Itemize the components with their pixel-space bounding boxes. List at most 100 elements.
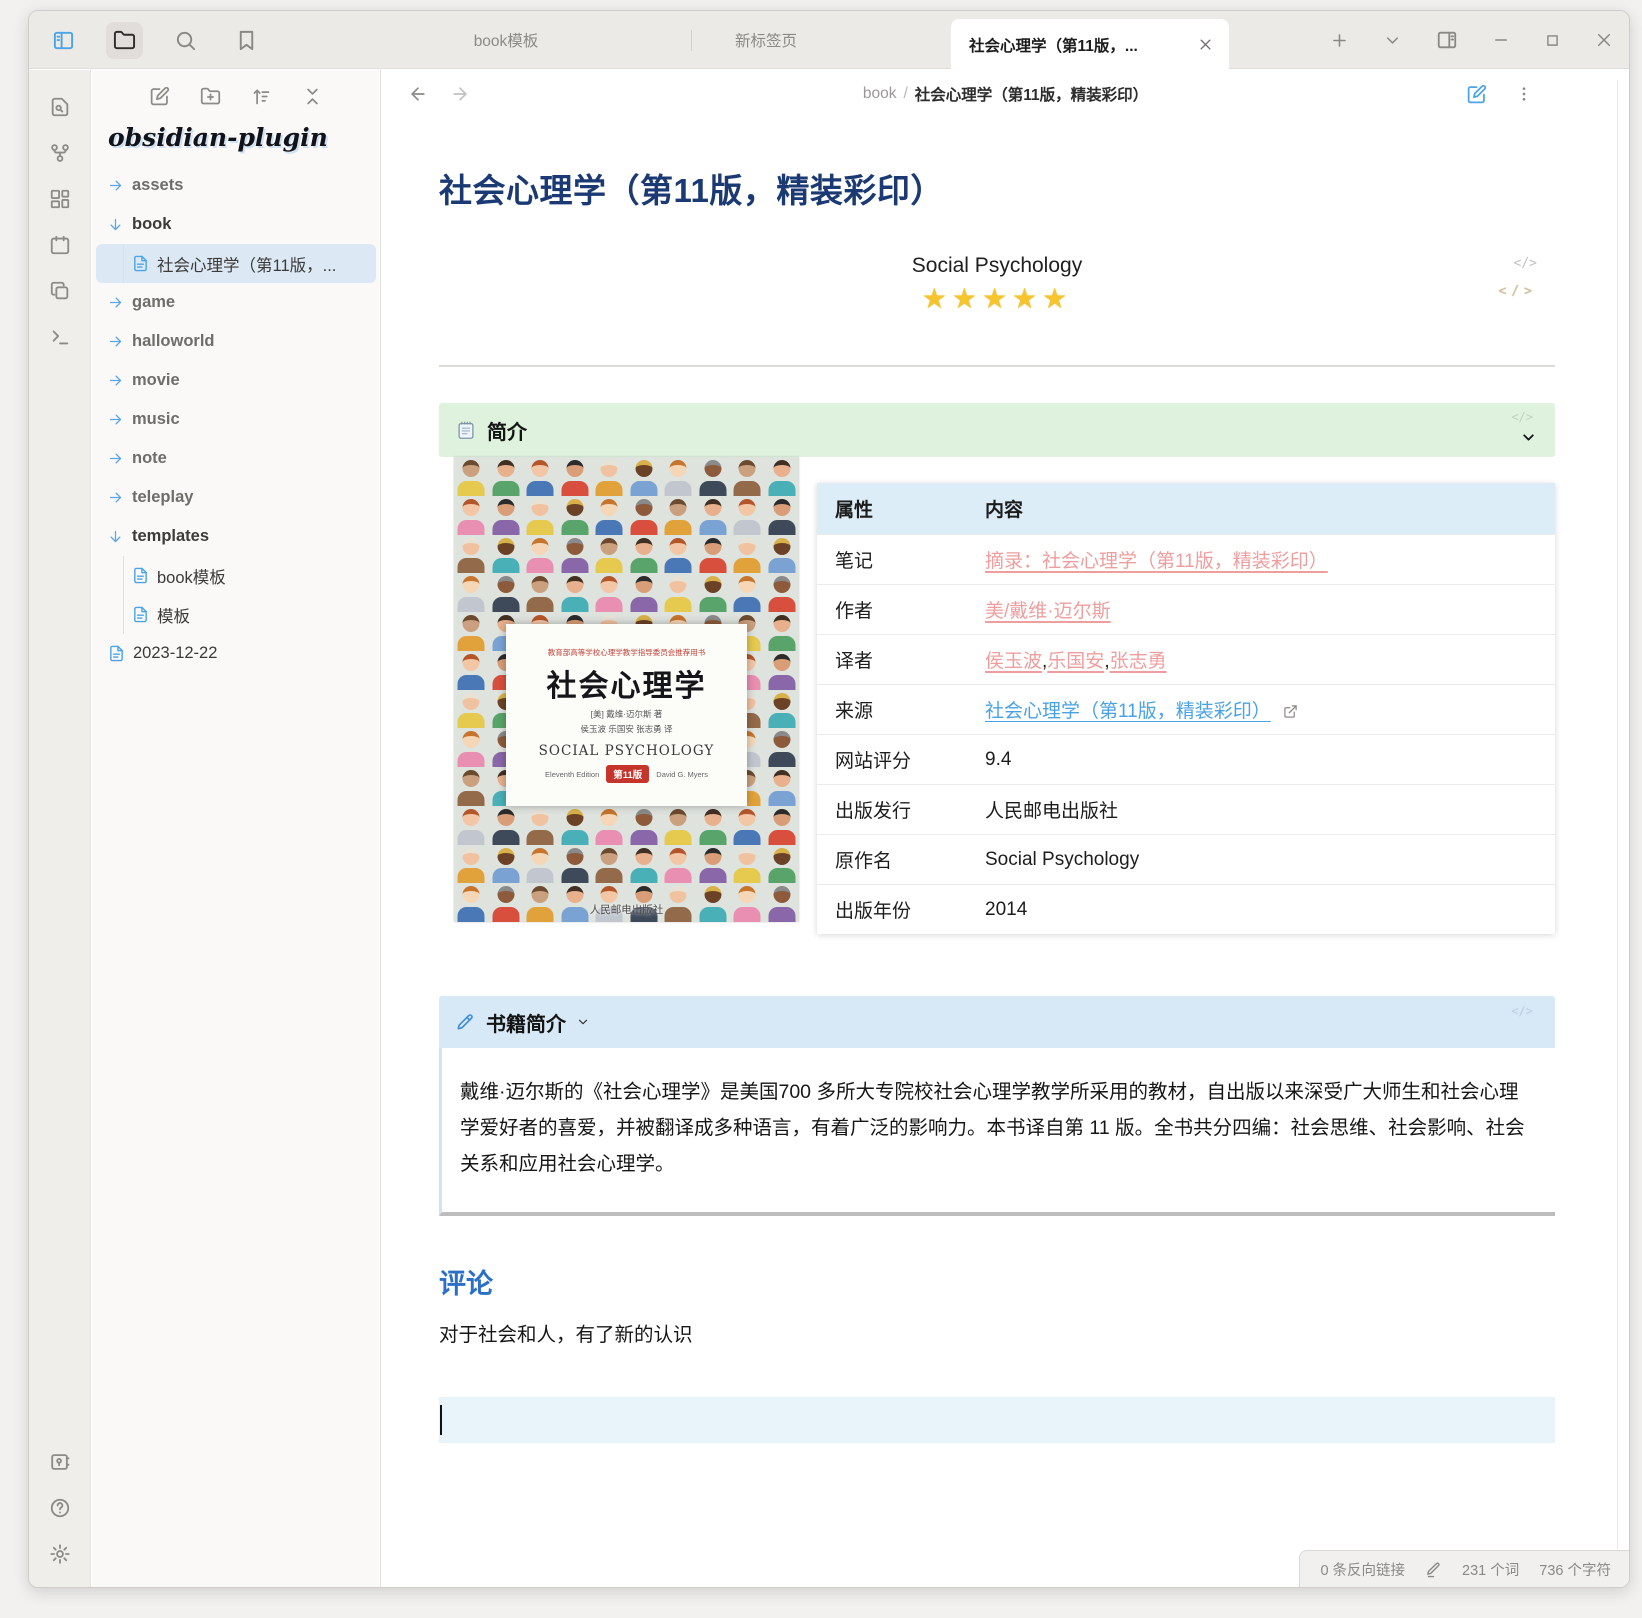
edit-block-button[interactable]: </> — [1514, 256, 1537, 271]
summary-text[interactable]: 戴维·迈尔斯的《社会心理学》是美国700 多所大专院校社会心理学教学所采用的教材… — [439, 1048, 1555, 1216]
terminal-button[interactable] — [49, 326, 71, 348]
intro-callout-header[interactable]: 简介 </> — [439, 403, 1555, 457]
tab-active-book-note[interactable]: 社会心理学（第11版，... — [951, 19, 1229, 70]
kebab-menu-icon — [1515, 85, 1533, 103]
table-row-year: 出版年份 2014 — [817, 885, 1555, 935]
tab-list-button[interactable] — [1383, 31, 1402, 50]
collapse-all-button[interactable] — [302, 86, 323, 107]
active-tab-title: 社会心理学（第11版，... — [969, 34, 1194, 56]
graph-view-button[interactable] — [49, 142, 71, 164]
bookmark-icon — [235, 29, 258, 52]
breadcrumb-folder[interactable]: book — [863, 85, 897, 103]
file-text-icon — [132, 255, 149, 272]
toggle-edit-mode-button[interactable] — [1466, 84, 1487, 105]
edit-block-button[interactable]: </> — [1511, 410, 1533, 424]
folder-teleplay[interactable]: teleplay — [92, 478, 380, 517]
calendar-button[interactable] — [49, 234, 71, 256]
file-explorer: obsidian-plugin assets book 社会心理学（第11版，.… — [92, 70, 381, 1587]
tab-close-button[interactable] — [1194, 33, 1217, 56]
minimize-button[interactable] — [1492, 31, 1510, 49]
templates-button[interactable] — [49, 280, 71, 302]
calendar-icon — [49, 234, 71, 256]
folder-music[interactable]: music — [92, 400, 380, 439]
table-header-row: 属性 内容 — [817, 483, 1555, 535]
terminal-icon — [49, 326, 71, 348]
folder-book[interactable]: book — [92, 205, 380, 244]
folder-halloworld[interactable]: halloworld — [92, 322, 380, 361]
vault-title[interactable]: obsidian-plugin — [108, 123, 380, 152]
rating-stars[interactable]: ★★★★★ </> — [439, 282, 1555, 315]
note-title-heading[interactable]: 社会心理学（第11版，精装彩印） — [439, 164, 1555, 212]
file-template[interactable]: 模板 — [92, 595, 380, 634]
breadcrumb-note-title[interactable]: 社会心理学（第11版，精装彩印） — [915, 83, 1148, 105]
files-tab-button[interactable] — [106, 22, 143, 59]
settings-button[interactable] — [49, 1543, 71, 1565]
folder-game[interactable]: game — [92, 283, 380, 322]
collapse-chevron-icon[interactable] — [576, 1015, 590, 1029]
copy-icon — [49, 280, 71, 302]
quick-switcher-button[interactable] — [49, 96, 71, 118]
active-editor-line[interactable] — [439, 1397, 1555, 1443]
new-note-button[interactable] — [149, 86, 170, 107]
file-text-icon — [132, 567, 149, 584]
column-header-value: 内容 — [967, 483, 1555, 535]
edit-block-button[interactable]: </> — [1511, 1004, 1533, 1018]
folder-templates[interactable]: templates — [92, 517, 380, 556]
folder-note[interactable]: note — [92, 439, 380, 478]
help-button[interactable] — [49, 1497, 71, 1519]
file-text-icon — [108, 645, 125, 662]
file-book-note[interactable]: 社会心理学（第11版，... — [96, 244, 376, 283]
translator-link[interactable]: 乐国安 — [1047, 651, 1104, 672]
canvas-button[interactable] — [49, 188, 71, 210]
maximize-button[interactable] — [1544, 32, 1561, 49]
more-options-button[interactable] — [1515, 85, 1533, 103]
file-search-icon — [49, 96, 71, 118]
toggle-right-sidebar-button[interactable] — [1436, 29, 1458, 51]
close-icon — [1198, 37, 1213, 52]
file-book-template[interactable]: book模板 — [92, 556, 380, 595]
note-excerpt-link[interactable]: 摘录：社会心理学（第11版，精装彩印） — [985, 551, 1328, 572]
tab-new[interactable]: 新标签页 — [626, 11, 906, 69]
file-text-icon — [132, 606, 149, 623]
sort-order-button[interactable] — [251, 86, 272, 107]
comments-heading[interactable]: 评论 — [439, 1262, 1555, 1301]
arrow-right-icon — [108, 451, 123, 466]
bookmarks-tab-button[interactable] — [228, 22, 265, 59]
pencil-icon — [455, 1012, 475, 1032]
folder-icon — [113, 29, 136, 52]
panel-left-icon — [52, 29, 75, 52]
table-row-rating: 网站评分 9.4 — [817, 735, 1555, 785]
obsidian-window: book模板 新标签页 社会心理学（第11版，... — [28, 10, 1630, 1588]
arrow-right-icon — [108, 334, 123, 349]
vault-switcher-button[interactable] — [49, 1451, 71, 1473]
word-count: 231 个词 — [1462, 1559, 1519, 1580]
source-external-link[interactable]: 社会心理学（第11版，精装彩印） — [985, 701, 1271, 722]
backlinks-count[interactable]: 0 条反向链接 — [1320, 1559, 1405, 1580]
author-link[interactable]: 美/戴维·迈尔斯 — [985, 601, 1111, 622]
layout-dashboard-icon — [49, 188, 71, 210]
close-window-button[interactable] — [1595, 31, 1613, 49]
comment-paragraph[interactable]: 对于社会和人，有了新的认识 — [439, 1318, 1555, 1347]
translator-link[interactable]: 张志勇 — [1110, 651, 1167, 672]
new-tab-button[interactable] — [1330, 31, 1349, 50]
edit-block-button[interactable]: </> — [1499, 284, 1537, 299]
pencil-line-icon — [1425, 1561, 1442, 1578]
toggle-left-sidebar-button[interactable] — [45, 22, 82, 59]
tab-book-template[interactable]: book模板 — [366, 11, 646, 69]
minimize-icon — [1492, 31, 1510, 49]
translator-link[interactable]: 侯玉波 — [985, 651, 1042, 672]
book-cover-card: 教育部高等学校心理学教学指导委员会推荐用书 社会心理学 [美] 戴维·迈尔斯 著… — [506, 624, 748, 805]
arrow-down-icon — [108, 529, 123, 544]
chevron-down-icon — [1383, 31, 1402, 50]
summary-callout-header[interactable]: 书籍简介 </> — [439, 996, 1555, 1048]
english-title-line[interactable]: Social Psychology </> — [439, 254, 1555, 278]
folder-assets[interactable]: assets — [92, 166, 380, 205]
search-tab-button[interactable] — [167, 22, 204, 59]
external-link-icon[interactable] — [1283, 704, 1298, 719]
new-folder-button[interactable] — [200, 86, 221, 107]
summary-callout-label: 书籍简介 — [486, 1008, 566, 1037]
table-row-note: 笔记 摘录：社会心理学（第11版，精装彩印） — [817, 535, 1555, 585]
file-daily-note[interactable]: 2023-12-22 — [92, 634, 380, 673]
folder-movie[interactable]: movie — [92, 361, 380, 400]
collapse-chevron-icon[interactable] — [1520, 429, 1537, 446]
